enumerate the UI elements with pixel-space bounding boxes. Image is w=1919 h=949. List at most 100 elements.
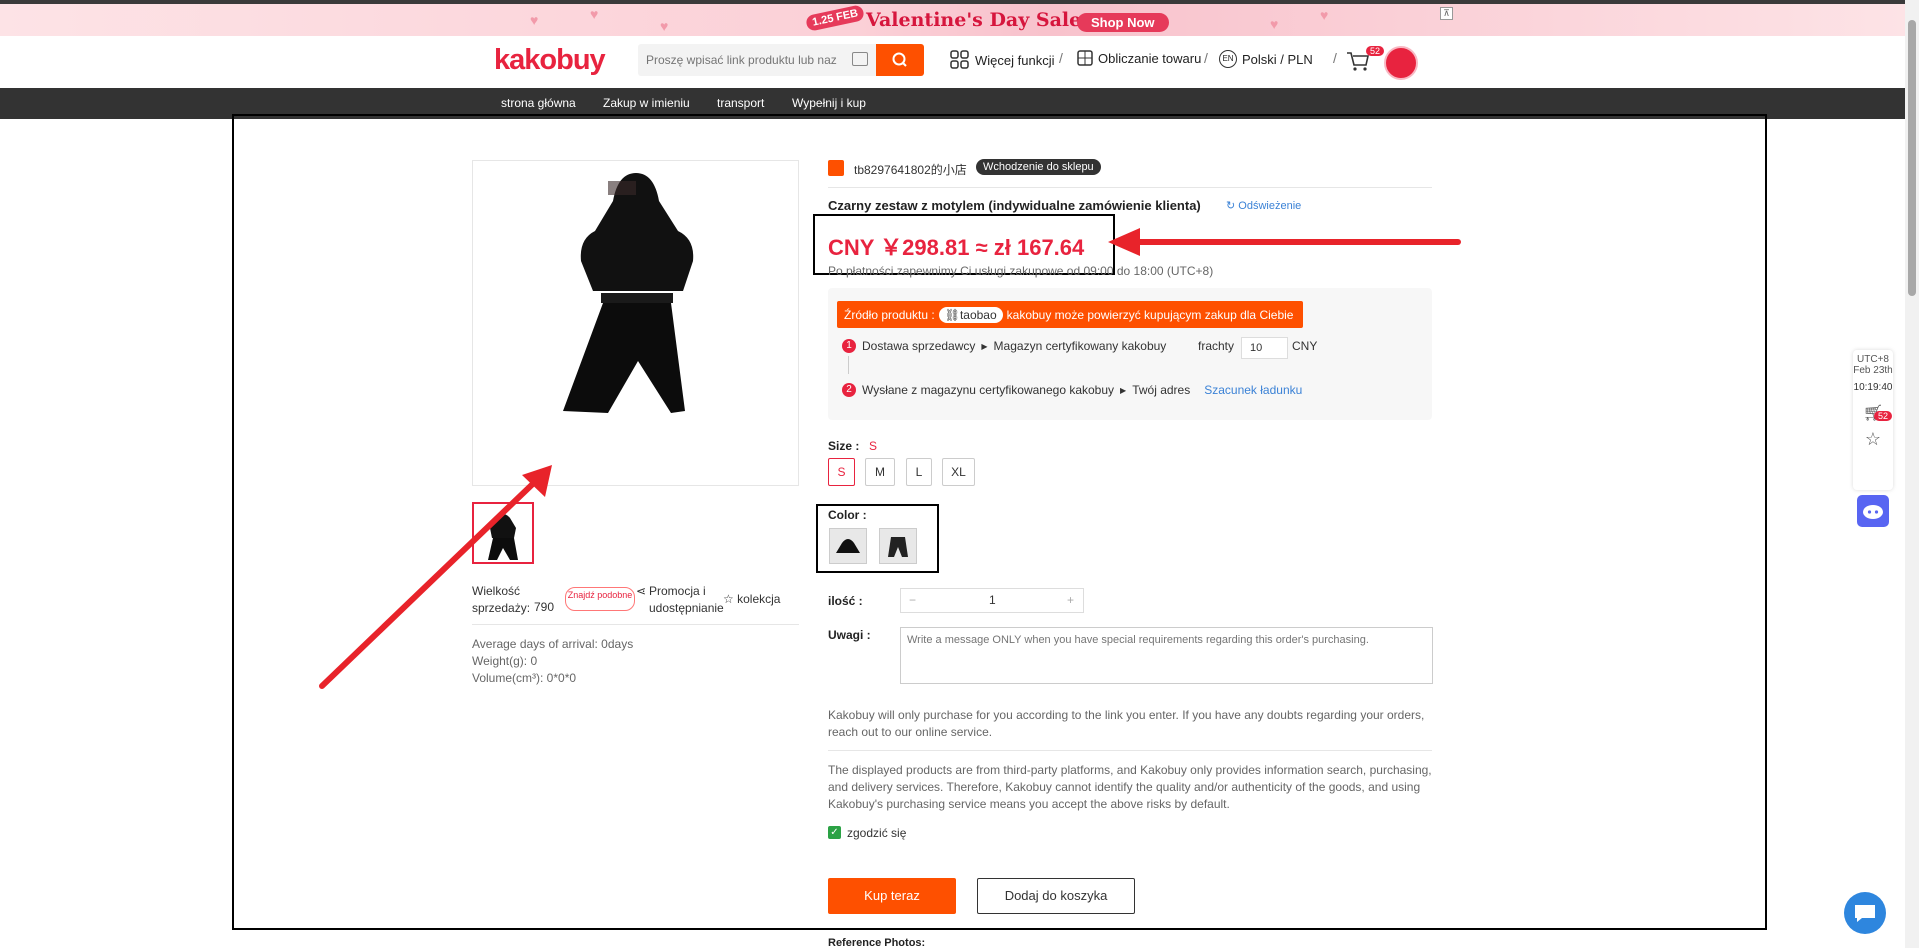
chat-icon [1855,905,1875,922]
sidebar-cart-badge: 52 [1874,411,1893,421]
color-option-hoodie[interactable] [829,528,867,564]
heart-icon: ♥ [530,12,539,28]
promo-banner[interactable]: ♥ ♥ ♥ ♥ ♥ 1.25 FEB Valentine's Day Sale … [0,4,1905,36]
link-icon: ⛓ [944,307,960,322]
language-badge: EN [1219,50,1237,68]
size-label: Size : [828,439,860,453]
product-photo [563,173,694,413]
store-name[interactable]: tb8297641802的小店 [854,161,967,178]
sidebar-date: Feb 23th [1853,365,1893,376]
size-option-s[interactable]: S [828,458,855,486]
share-label: Promocja i udostępnianie [649,584,724,615]
logo[interactable]: kakobuy [494,44,606,77]
cart-count-badge: 52 [1366,46,1385,56]
divider [828,750,1432,751]
after-payment-note: Po płatności zapewnimy Ci usługi zakupow… [828,264,1214,278]
scrollbar-thumb[interactable] [1908,20,1916,296]
close-banner-icon[interactable]: ⊼ [1440,7,1453,20]
star-icon: ☆ [723,592,734,606]
calc-menu[interactable]: Obliczanie towaru [1077,50,1201,66]
color-option-pants[interactable] [879,528,917,564]
caret-right-icon: ▶ [1120,385,1127,395]
heart-icon: ♥ [1270,16,1279,32]
refresh-icon: ↻ [1226,200,1236,212]
source-bar: Źródło produktu : ⛓taobao kakobuy może p… [837,301,1303,328]
step2-b: Twój adres [1132,383,1191,397]
nav-item-fill-buy[interactable]: Wypełnij i kup [792,96,866,110]
qty-plus-button[interactable]: + [1067,593,1074,607]
nav-item-purchase[interactable]: Zakup w imieniu [603,96,690,110]
separator: / [1059,50,1063,66]
product-thumb-photo [488,514,518,560]
sales-value: 790 [534,600,555,614]
shipping-estimate-link[interactable]: Szacunek ładunku [1204,383,1302,397]
step-number: 1 [842,339,856,353]
step-2: 2 Wysłane z magazynu certyfikowanego kak… [842,383,1302,397]
share-button[interactable]: ⋖ Promocja i udostępnianie [636,583,724,617]
sidebar-star-icon[interactable]: ☆ [1853,429,1893,450]
size-option-m[interactable]: M [865,458,895,486]
buy-now-button[interactable]: Kup teraz [828,878,956,914]
source-platform-pill[interactable]: ⛓taobao [938,306,1003,323]
agree-checkbox[interactable]: ✓ [828,826,841,839]
nav-item-home[interactable]: strona główna [501,96,576,110]
find-similar-button[interactable]: Znajdź podobne [565,587,635,611]
separator: / [1333,50,1337,66]
discord-icon[interactable] [1857,495,1889,527]
heart-icon: ♥ [590,6,599,22]
pants-swatch [888,537,908,557]
chat-button[interactable] [1844,892,1886,934]
refresh-link[interactable]: ↻ Odświeżenie [1226,199,1301,212]
sales-label-text: Wielkość sprzedaży: [472,584,531,615]
freight-label: frachty [1198,339,1235,353]
notice-disclaimer: The displayed products are from third-pa… [828,763,1432,811]
share-icon: ⋖ [636,584,647,598]
size-option-l[interactable]: L [906,458,932,486]
shop-now-button[interactable]: Shop Now [1077,13,1169,32]
size-option-xl[interactable]: XL [942,458,975,486]
add-to-cart-button[interactable]: Dodaj do koszyka [977,878,1135,914]
enter-store-button[interactable]: Wchodzenie do sklepu [976,159,1101,175]
avatar[interactable] [1384,46,1418,80]
arrival-days: Average days of arrival: 0days [472,637,634,651]
step1-b: Magazyn certyfikowany kakobuy [993,339,1167,353]
quantity-stepper[interactable]: − 1 + [900,588,1084,613]
banner-title: Valentine's Day Sale [866,9,1082,31]
header: kakobuy Więcej funkcji / Obliczanie towa… [0,36,1905,88]
more-functions-menu[interactable]: Więcej funkcji [950,50,1054,70]
image-search-icon[interactable] [852,52,868,66]
product-title: Czarny zestaw z motylem (indywidualne za… [828,198,1201,213]
notes-textarea[interactable] [900,627,1433,684]
refresh-label: Odświeżenie [1238,200,1302,212]
qty-value[interactable]: 1 [989,593,996,607]
step2-a: Wysłane z magazynu certyfikowanego kakob… [862,383,1115,397]
more-functions-label: Więcej funkcji [975,52,1055,68]
notes-label: Uwagi : [828,628,871,642]
calculator-icon [1077,50,1093,66]
freight-input[interactable]: 10 [1241,337,1288,359]
product-thumbnail[interactable] [472,502,534,564]
caret-right-icon: ▶ [981,341,988,351]
qty-minus-button[interactable]: − [909,593,916,607]
collection-label: kolekcja [737,592,781,606]
product-main-image[interactable] [472,160,799,486]
quantity-label: ilość : [828,594,863,608]
collection-button[interactable]: ☆ kolekcja [723,592,780,606]
divider [828,187,1432,188]
sidebar-timezone: UTC+8 [1857,354,1889,365]
sidebar-time: 10:19:40 [1853,382,1893,393]
separator: / [1204,50,1208,66]
step-1: 1 Dostawa sprzedawcy ▶ Magazyn certyfiko… [842,339,1166,353]
calc-label: Obliczanie towaru [1098,50,1202,66]
search-button[interactable] [876,44,924,76]
search-input[interactable] [646,51,846,69]
nav-item-transport[interactable]: transport [717,96,764,110]
language-menu[interactable]: EN Polski / PLN [1219,50,1313,68]
source-label: Źródło produktu : [844,307,935,322]
taobao-store-icon [828,160,844,176]
discord-glyph [1863,505,1883,519]
size-selected: S [869,439,878,453]
step-number: 2 [842,383,856,397]
source-text: kakobuy może powierzyć kupującym zakup d… [1006,307,1294,322]
search-box[interactable] [638,44,876,76]
